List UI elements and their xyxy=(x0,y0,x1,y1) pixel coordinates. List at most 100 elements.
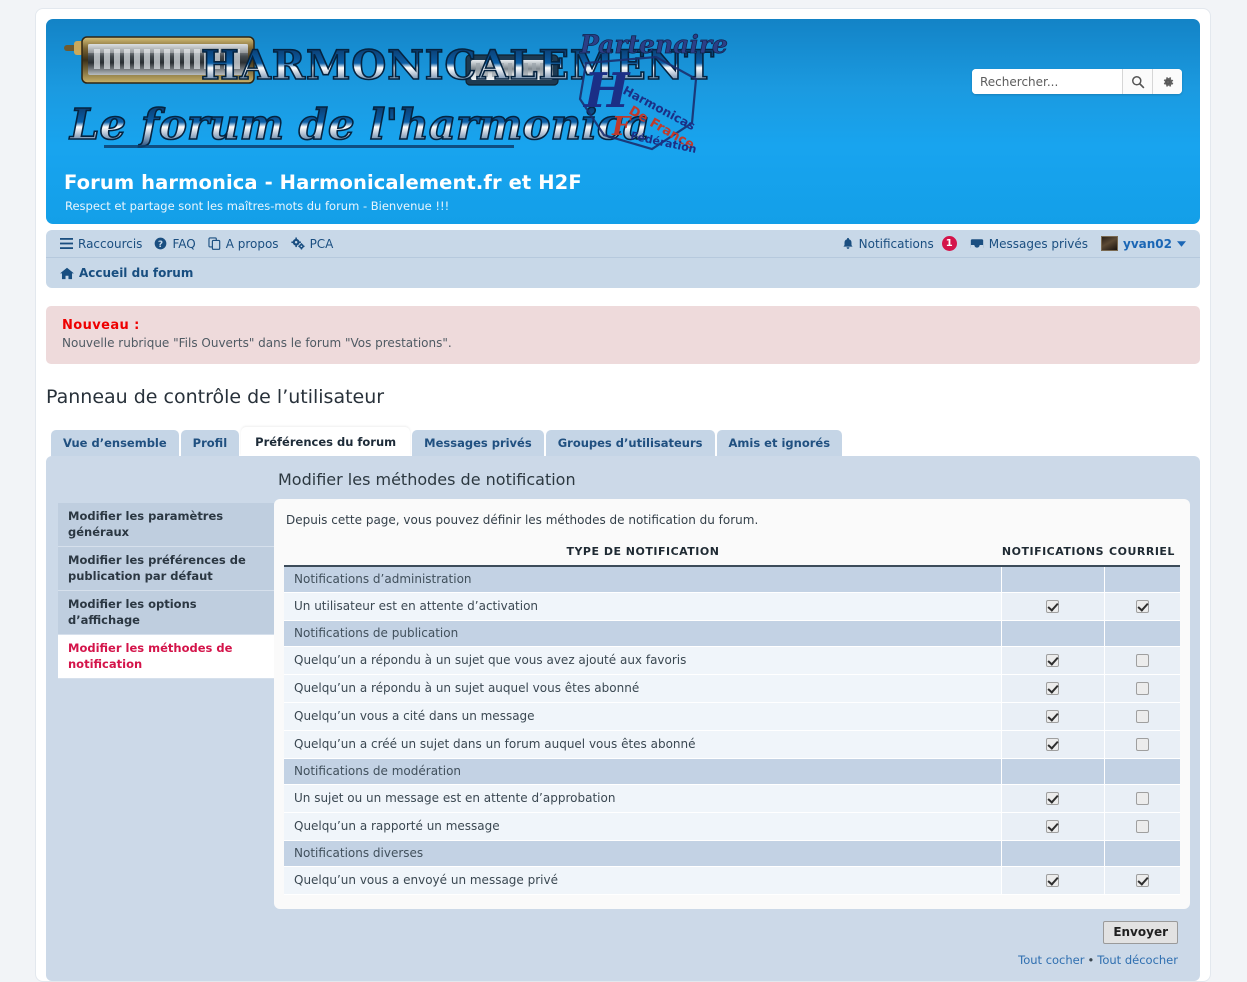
option-label: Un sujet ou un message est en attente d’… xyxy=(284,784,1002,813)
cell-notifications[interactable] xyxy=(1001,730,1104,759)
nav-item-faq[interactable]: ? FAQ xyxy=(154,237,196,251)
tab-profil[interactable]: Profil xyxy=(180,430,240,456)
category-label: Notifications d’administration xyxy=(284,566,1002,593)
cell-email[interactable] xyxy=(1103,674,1180,703)
tab-vue-densemble[interactable]: Vue d’ensemble xyxy=(51,430,179,456)
category-spacer-notifications xyxy=(1001,566,1104,593)
table-category-row: Notifications de publication xyxy=(284,620,1180,647)
notifications-checkbox[interactable] xyxy=(1046,710,1060,723)
main-navigation-bar: Raccourcis ? FAQ A propos PCA Notificati… xyxy=(46,230,1200,257)
chevron-down-icon xyxy=(1177,240,1186,247)
cell-notifications[interactable] xyxy=(1001,784,1104,813)
nav-item-notifications[interactable]: Notifications 1 xyxy=(842,236,957,251)
logo-wordmark-bottom: Le forum de l'harmonica xyxy=(69,100,650,149)
cell-notifications[interactable] xyxy=(1001,702,1104,731)
table-category-row: Notifications de modération xyxy=(284,758,1180,785)
ucp-main-content: Modifier les méthodes de notification De… xyxy=(274,456,1200,981)
notifications-checkbox[interactable] xyxy=(1046,682,1060,695)
advanced-search-button[interactable] xyxy=(1152,69,1182,94)
notifications-checkbox[interactable] xyxy=(1046,792,1060,805)
notifications-checkbox[interactable] xyxy=(1046,600,1060,613)
site-title: Forum harmonica - Harmonicalement.fr et … xyxy=(64,171,582,194)
cell-email[interactable] xyxy=(1103,730,1180,759)
svg-text:Partenaire: Partenaire xyxy=(579,30,728,59)
announcement-text: Nouvelle rubrique "Fils Ouverts" dans le… xyxy=(62,336,452,350)
email-checkbox[interactable] xyxy=(1135,820,1149,833)
notifications-checkbox[interactable] xyxy=(1046,820,1060,833)
cell-notifications[interactable] xyxy=(1001,646,1104,675)
sidebar-item-parametres-generaux[interactable]: Modifier les paramètres généraux xyxy=(58,503,274,547)
cell-email[interactable] xyxy=(1103,592,1180,621)
panel-actions: Envoyer xyxy=(274,909,1190,946)
cell-email[interactable] xyxy=(1103,702,1180,731)
tab-messages-prives[interactable]: Messages privés xyxy=(412,430,544,456)
uncheck-all-link[interactable]: Tout décocher xyxy=(1097,953,1178,967)
panel-intro-text: Depuis cette page, vous pouvez définir l… xyxy=(286,513,759,527)
svg-text:?: ? xyxy=(158,240,163,250)
nav-item-user-menu[interactable]: yvan02 xyxy=(1101,236,1186,251)
submit-button[interactable]: Envoyer xyxy=(1103,921,1178,944)
site-logo-artwork[interactable]: HARMONICALEMENT Le forum de l'harmonica … xyxy=(56,27,746,162)
search-input[interactable] xyxy=(972,69,1122,94)
breadcrumb-label: Accueil du forum xyxy=(79,266,194,280)
copy-icon xyxy=(208,237,221,250)
cell-email[interactable] xyxy=(1103,812,1180,841)
cell-notifications[interactable] xyxy=(1001,866,1104,895)
nav-item-label: Notifications xyxy=(858,236,934,251)
option-label: Un utilisateur est en attente d’activati… xyxy=(284,592,1002,621)
email-checkbox[interactable] xyxy=(1135,792,1149,805)
category-spacer-notifications xyxy=(1001,620,1104,647)
home-icon xyxy=(60,267,74,280)
notifications-count-badge: 1 xyxy=(941,236,957,251)
nav-item-label: Messages privés xyxy=(988,236,1089,251)
sidebar-item-methodes-notification[interactable]: Modifier les méthodes de notification xyxy=(58,635,274,679)
notifications-checkbox[interactable] xyxy=(1046,738,1060,751)
breadcrumb-item-home[interactable]: Accueil du forum xyxy=(60,266,193,280)
ucp-panel: Modifier les paramètres généraux Modifie… xyxy=(46,456,1200,981)
nav-item-raccourcis[interactable]: Raccourcis xyxy=(60,237,142,251)
option-label: Quelqu’un a répondu à un sujet que vous … xyxy=(284,646,1002,675)
panel-heading: Modifier les méthodes de notification xyxy=(278,470,576,489)
category-spacer-email xyxy=(1103,758,1180,785)
nav-item-pca[interactable]: PCA xyxy=(290,237,333,251)
notifications-checkbox[interactable] xyxy=(1046,874,1060,887)
email-checkbox[interactable] xyxy=(1135,682,1149,695)
cogs-icon xyxy=(290,237,305,250)
cell-notifications[interactable] xyxy=(1001,812,1104,841)
tab-preferences-du-forum[interactable]: Préférences du forum xyxy=(241,427,411,456)
category-label: Notifications diverses xyxy=(284,840,1002,867)
table-body: Notifications d’administration Un utilis… xyxy=(284,566,1180,895)
cell-notifications[interactable] xyxy=(1001,674,1104,703)
ucp-tab-bar: Vue d’ensemble Profil Préférences du for… xyxy=(51,427,1210,456)
option-label: Quelqu’un a rapporté un message xyxy=(284,812,1002,841)
cell-email[interactable] xyxy=(1103,784,1180,813)
email-checkbox[interactable] xyxy=(1135,738,1149,751)
nav-item-label: A propos xyxy=(225,236,279,251)
cell-email[interactable] xyxy=(1103,866,1180,895)
question-circle-icon: ? xyxy=(154,237,167,250)
cell-email[interactable] xyxy=(1103,646,1180,675)
email-checkbox[interactable] xyxy=(1135,654,1149,667)
table-row: Quelqu’un vous a envoyé un message privé xyxy=(284,866,1180,895)
check-all-link[interactable]: Tout cocher xyxy=(1018,953,1084,967)
nav-item-private-messages[interactable]: Messages privés xyxy=(970,237,1088,251)
cell-notifications[interactable] xyxy=(1001,592,1104,621)
page-wrapper: HARMONICALEMENT Le forum de l'harmonica … xyxy=(35,8,1211,982)
sidebar-item-options-affichage[interactable]: Modifier les options d’affichage xyxy=(58,591,274,635)
tab-amis-et-ignores[interactable]: Amis et ignorés xyxy=(716,430,843,456)
sidebar-item-preferences-publication[interactable]: Modifier les préférences de publication … xyxy=(58,547,274,591)
search-box[interactable] xyxy=(972,69,1182,94)
email-checkbox[interactable] xyxy=(1135,600,1149,613)
tab-groupes-dutilisateurs[interactable]: Groupes d’utilisateurs xyxy=(545,430,715,456)
table-row: Un sujet ou un message est en attente d’… xyxy=(284,784,1180,813)
notifications-checkbox[interactable] xyxy=(1046,654,1060,667)
links-separator: • xyxy=(1087,953,1095,967)
search-submit-button[interactable] xyxy=(1122,69,1152,94)
nav-left-group: Raccourcis ? FAQ A propos PCA xyxy=(60,237,333,251)
nav-item-a-propos[interactable]: A propos xyxy=(208,237,279,251)
email-checkbox[interactable] xyxy=(1135,874,1149,887)
notification-methods-table: TYPE DE NOTIFICATION NOTIFICATIONS COURR… xyxy=(284,545,1180,895)
category-label: Notifications de modération xyxy=(284,758,1002,785)
username-label: yvan02 xyxy=(1123,236,1172,251)
email-checkbox[interactable] xyxy=(1135,710,1149,723)
